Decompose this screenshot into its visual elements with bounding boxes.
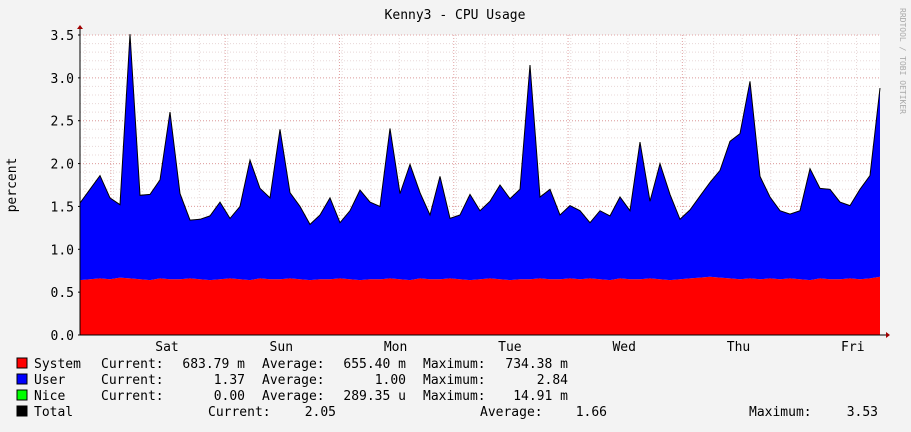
y-tick-label: 0.0 xyxy=(51,329,74,344)
legend-label: Current: xyxy=(101,373,164,388)
legend-label: Average: xyxy=(262,373,325,388)
legend-value: 734.38 m xyxy=(505,357,568,372)
y-tick-label: 1.0 xyxy=(51,243,74,258)
legend-name: User xyxy=(34,373,65,388)
legend-label: Average: xyxy=(262,389,325,404)
x-tick-label: Mon xyxy=(384,340,407,355)
legend-label: Current: xyxy=(208,405,271,420)
legend-swatch-total xyxy=(16,405,28,417)
x-tick-label: Tue xyxy=(498,340,522,355)
legend-value: 683.79 m xyxy=(182,357,245,372)
legend-label: Maximum: xyxy=(423,373,486,388)
x-tick-label: Sat xyxy=(155,340,178,355)
rrdtool-watermark: RRDTOOL / TOBI OETIKER xyxy=(898,8,907,114)
legend-label: Current: xyxy=(101,389,164,404)
area-system xyxy=(80,276,880,335)
x-tick-label: Fri xyxy=(841,340,864,355)
legend-name: Nice xyxy=(34,389,65,404)
y-axis-label: percent xyxy=(5,158,20,213)
y-tick-label: 2.0 xyxy=(51,158,74,173)
legend-value: 14.91 m xyxy=(513,389,568,404)
legend-value: 2.84 xyxy=(537,373,568,388)
legend-swatch-nice xyxy=(16,389,28,401)
x-tick-label: Sun xyxy=(270,340,293,355)
y-tick-label: 3.5 xyxy=(51,29,74,44)
legend-value: 0.00 xyxy=(214,389,245,404)
cpu-usage-chart: 0.0 0.5 1.0 1.5 2.0 2.5 3.0 3.5 Sat Sun Mon Tue Wed… xyxy=(0,0,911,432)
legend-swatch-user xyxy=(16,373,28,385)
y-tick-label: 2.5 xyxy=(51,115,74,130)
y-tick-label: 1.5 xyxy=(51,200,74,215)
y-tick-label: 3.0 xyxy=(51,72,74,87)
legend-value: 2.05 xyxy=(305,405,336,420)
legend-value: 1.37 xyxy=(214,373,245,388)
chart-title: Kenny3 - CPU Usage xyxy=(385,8,526,23)
x-tick-label: Wed xyxy=(612,340,635,355)
legend-value: 3.53 xyxy=(847,405,878,420)
legend-label: Maximum: xyxy=(423,357,486,372)
y-tick-label: 0.5 xyxy=(51,286,74,301)
legend-value: 1.66 xyxy=(576,405,607,420)
legend-label: Average: xyxy=(480,405,543,420)
legend-name: System xyxy=(34,357,81,372)
x-tick-label: Thu xyxy=(727,340,750,355)
legend-label: Average: xyxy=(262,357,325,372)
legend-value: 1.00 xyxy=(375,373,406,388)
legend-label: Maximum: xyxy=(749,405,812,420)
legend-value: 289.35 u xyxy=(343,389,406,404)
legend-label: Maximum: xyxy=(423,389,486,404)
legend-label: Current: xyxy=(101,357,164,372)
legend-value: 655.40 m xyxy=(343,357,406,372)
legend-swatch-system xyxy=(16,357,28,369)
chart-container: 0.0 0.5 1.0 1.5 2.0 2.5 3.0 3.5 Sat Sun Mon Tue Wed… xyxy=(0,0,911,432)
legend-name: Total xyxy=(34,405,73,420)
